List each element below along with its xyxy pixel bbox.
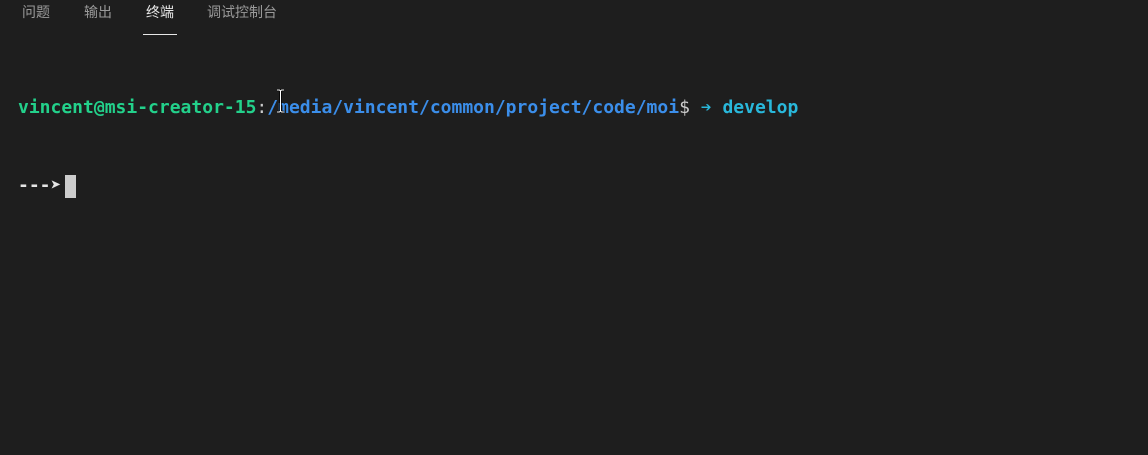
- panel-tab-bar: 问题 输出 终端 调试控制台: [0, 0, 1148, 35]
- branch-arrow-icon: ➔: [689, 97, 723, 118]
- terminal-output[interactable]: vincent@msi-creator-15:/media/vincent/co…: [18, 43, 798, 251]
- input-prompt: ---➤: [18, 175, 62, 196]
- git-branch: develop: [722, 97, 799, 118]
- tab-output[interactable]: 输出: [84, 0, 112, 35]
- text-ibeam-cursor-icon: [277, 89, 284, 113]
- tab-debug-console[interactable]: 调试控制台: [207, 0, 277, 35]
- tab-problems[interactable]: 问题: [22, 0, 50, 35]
- terminal-cursor: [65, 174, 77, 198]
- user-host: vincent@msi-creator-15: [18, 97, 257, 118]
- dollar-sign: $: [679, 97, 690, 118]
- input-line[interactable]: ---➤: [18, 173, 798, 199]
- terminal-panel: 问题 输出 终端 调试控制台 vincent@msi-creator-15:/m…: [0, 0, 1148, 455]
- current-path: /media/vincent/common/project/code/moi: [267, 97, 680, 118]
- path-separator: :: [256, 97, 268, 118]
- tab-terminal[interactable]: 终端: [143, 0, 177, 35]
- prompt-line: vincent@msi-creator-15:/media/vincent/co…: [18, 95, 798, 121]
